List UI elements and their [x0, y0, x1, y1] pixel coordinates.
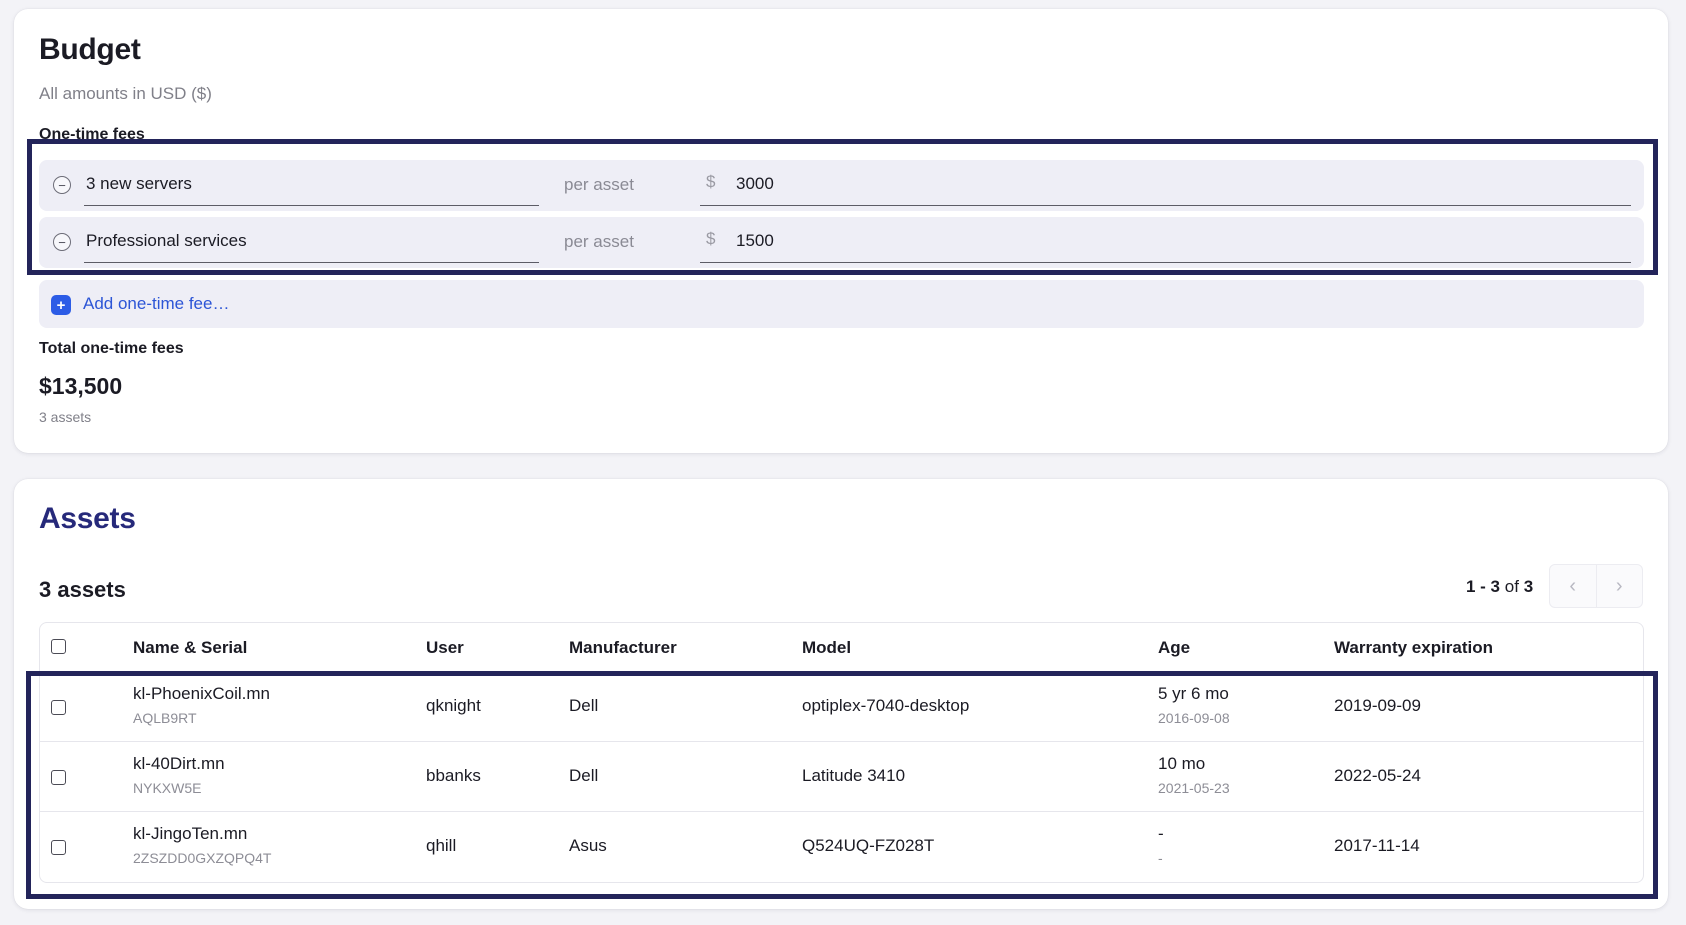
budget-title: Budget: [39, 33, 141, 66]
asset-warranty: 2017-11-14: [1334, 836, 1420, 855]
currency-symbol: $: [706, 229, 716, 248]
pagination-controls: ‹ ›: [1549, 564, 1643, 608]
asset-age: 5 yr 6 mo: [1158, 684, 1229, 703]
column-header[interactable]: Warranty expiration: [1334, 638, 1493, 658]
assets-card: Assets 3 assets 1 - 3 of 3 ‹ › Name & Se…: [14, 479, 1668, 909]
pagination-range: 1 - 3: [1466, 577, 1501, 596]
asset-name[interactable]: kl-40Dirt.mn: [133, 754, 225, 774]
table-header: Name & Serial User Manufacturer Model Ag…: [40, 623, 1643, 672]
total-fees-value: $13,500: [39, 373, 123, 399]
total-fees-label: Total one-time fees: [39, 340, 184, 357]
asset-age: -: [1158, 824, 1164, 843]
fee-amount-input[interactable]: [700, 160, 1631, 206]
asset-warranty: 2022-05-24: [1334, 766, 1421, 785]
asset-manufacturer: Dell: [569, 696, 599, 715]
asset-warranty: 2019-09-09: [1334, 696, 1421, 715]
assets-title: Assets: [39, 502, 136, 535]
asset-age-date: 2016-09-08: [1158, 710, 1230, 726]
column-header[interactable]: User: [426, 638, 464, 658]
row-checkbox[interactable]: [51, 700, 66, 715]
asset-model: Latitude 3410: [802, 766, 906, 785]
fee-unit-label: per asset: [564, 175, 634, 194]
minus-circle-icon[interactable]: −: [53, 233, 71, 251]
chevron-right-icon[interactable]: ›: [1597, 565, 1643, 607]
assets-count-label: 3 assets: [39, 577, 126, 602]
asset-user: qknight: [426, 696, 481, 715]
budget-subtitle: All amounts in USD ($): [39, 84, 212, 103]
row-checkbox[interactable]: [51, 840, 66, 855]
add-one-time-fee-button[interactable]: + Add one-time fee…: [39, 280, 1644, 328]
budget-card: Budget All amounts in USD ($) One-time f…: [14, 9, 1668, 453]
fee-row: − per asset $: [39, 160, 1644, 211]
column-header[interactable]: Age: [1158, 638, 1190, 658]
asset-user: bbanks: [426, 766, 481, 785]
asset-serial: NYKXW5E: [133, 780, 202, 796]
fee-name-input[interactable]: [84, 217, 539, 263]
fee-unit-label: per asset: [564, 232, 634, 251]
asset-age: 10 mo: [1158, 754, 1206, 773]
one-time-fees-label: One-time fees: [39, 126, 145, 143]
currency-symbol: $: [706, 172, 716, 191]
column-header[interactable]: Name & Serial: [133, 638, 247, 658]
pagination-total: 3: [1523, 577, 1534, 596]
column-header[interactable]: Manufacturer: [569, 638, 677, 658]
asset-model: optiplex-7040-desktop: [802, 696, 970, 715]
asset-age-date: -: [1158, 850, 1163, 866]
table-row[interactable]: kl-40Dirt.mn NYKXW5E bbanks Dell Latitud…: [40, 742, 1643, 812]
asset-manufacturer: Dell: [569, 766, 599, 785]
asset-name[interactable]: kl-PhoenixCoil.mn: [133, 684, 270, 704]
fee-amount-input[interactable]: [700, 217, 1631, 263]
fee-name-input[interactable]: [84, 160, 539, 206]
total-assets-count: 3 assets: [39, 409, 92, 425]
select-all-checkbox[interactable]: [51, 639, 66, 654]
asset-name[interactable]: kl-JingoTen.mn: [133, 824, 247, 844]
row-checkbox[interactable]: [51, 770, 66, 785]
chevron-left-icon[interactable]: ‹: [1550, 565, 1597, 607]
pagination-info: 1 - 3 of 3: [1466, 577, 1533, 597]
minus-circle-icon[interactable]: −: [53, 176, 71, 194]
asset-model: Q524UQ-FZ028T: [802, 836, 935, 855]
asset-user: qhill: [426, 836, 457, 855]
asset-age-date: 2021-05-23: [1158, 780, 1230, 796]
plus-square-icon: +: [51, 295, 71, 315]
asset-manufacturer: Asus: [569, 836, 607, 855]
asset-serial: 2ZSZDD0GXZQPQ4T: [133, 850, 272, 866]
table-row[interactable]: kl-JingoTen.mn 2ZSZDD0GXZQPQ4T qhill Asu…: [40, 812, 1643, 882]
table-row[interactable]: kl-PhoenixCoil.mn AQLB9RT qknight Dell o…: [40, 672, 1643, 742]
asset-serial: AQLB9RT: [133, 710, 197, 726]
column-header[interactable]: Model: [802, 638, 851, 658]
assets-table: Name & Serial User Manufacturer Model Ag…: [39, 622, 1644, 883]
fee-row: − per asset $: [39, 217, 1644, 268]
pagination-of: of: [1504, 577, 1519, 596]
add-fee-label: Add one-time fee…: [83, 294, 230, 313]
